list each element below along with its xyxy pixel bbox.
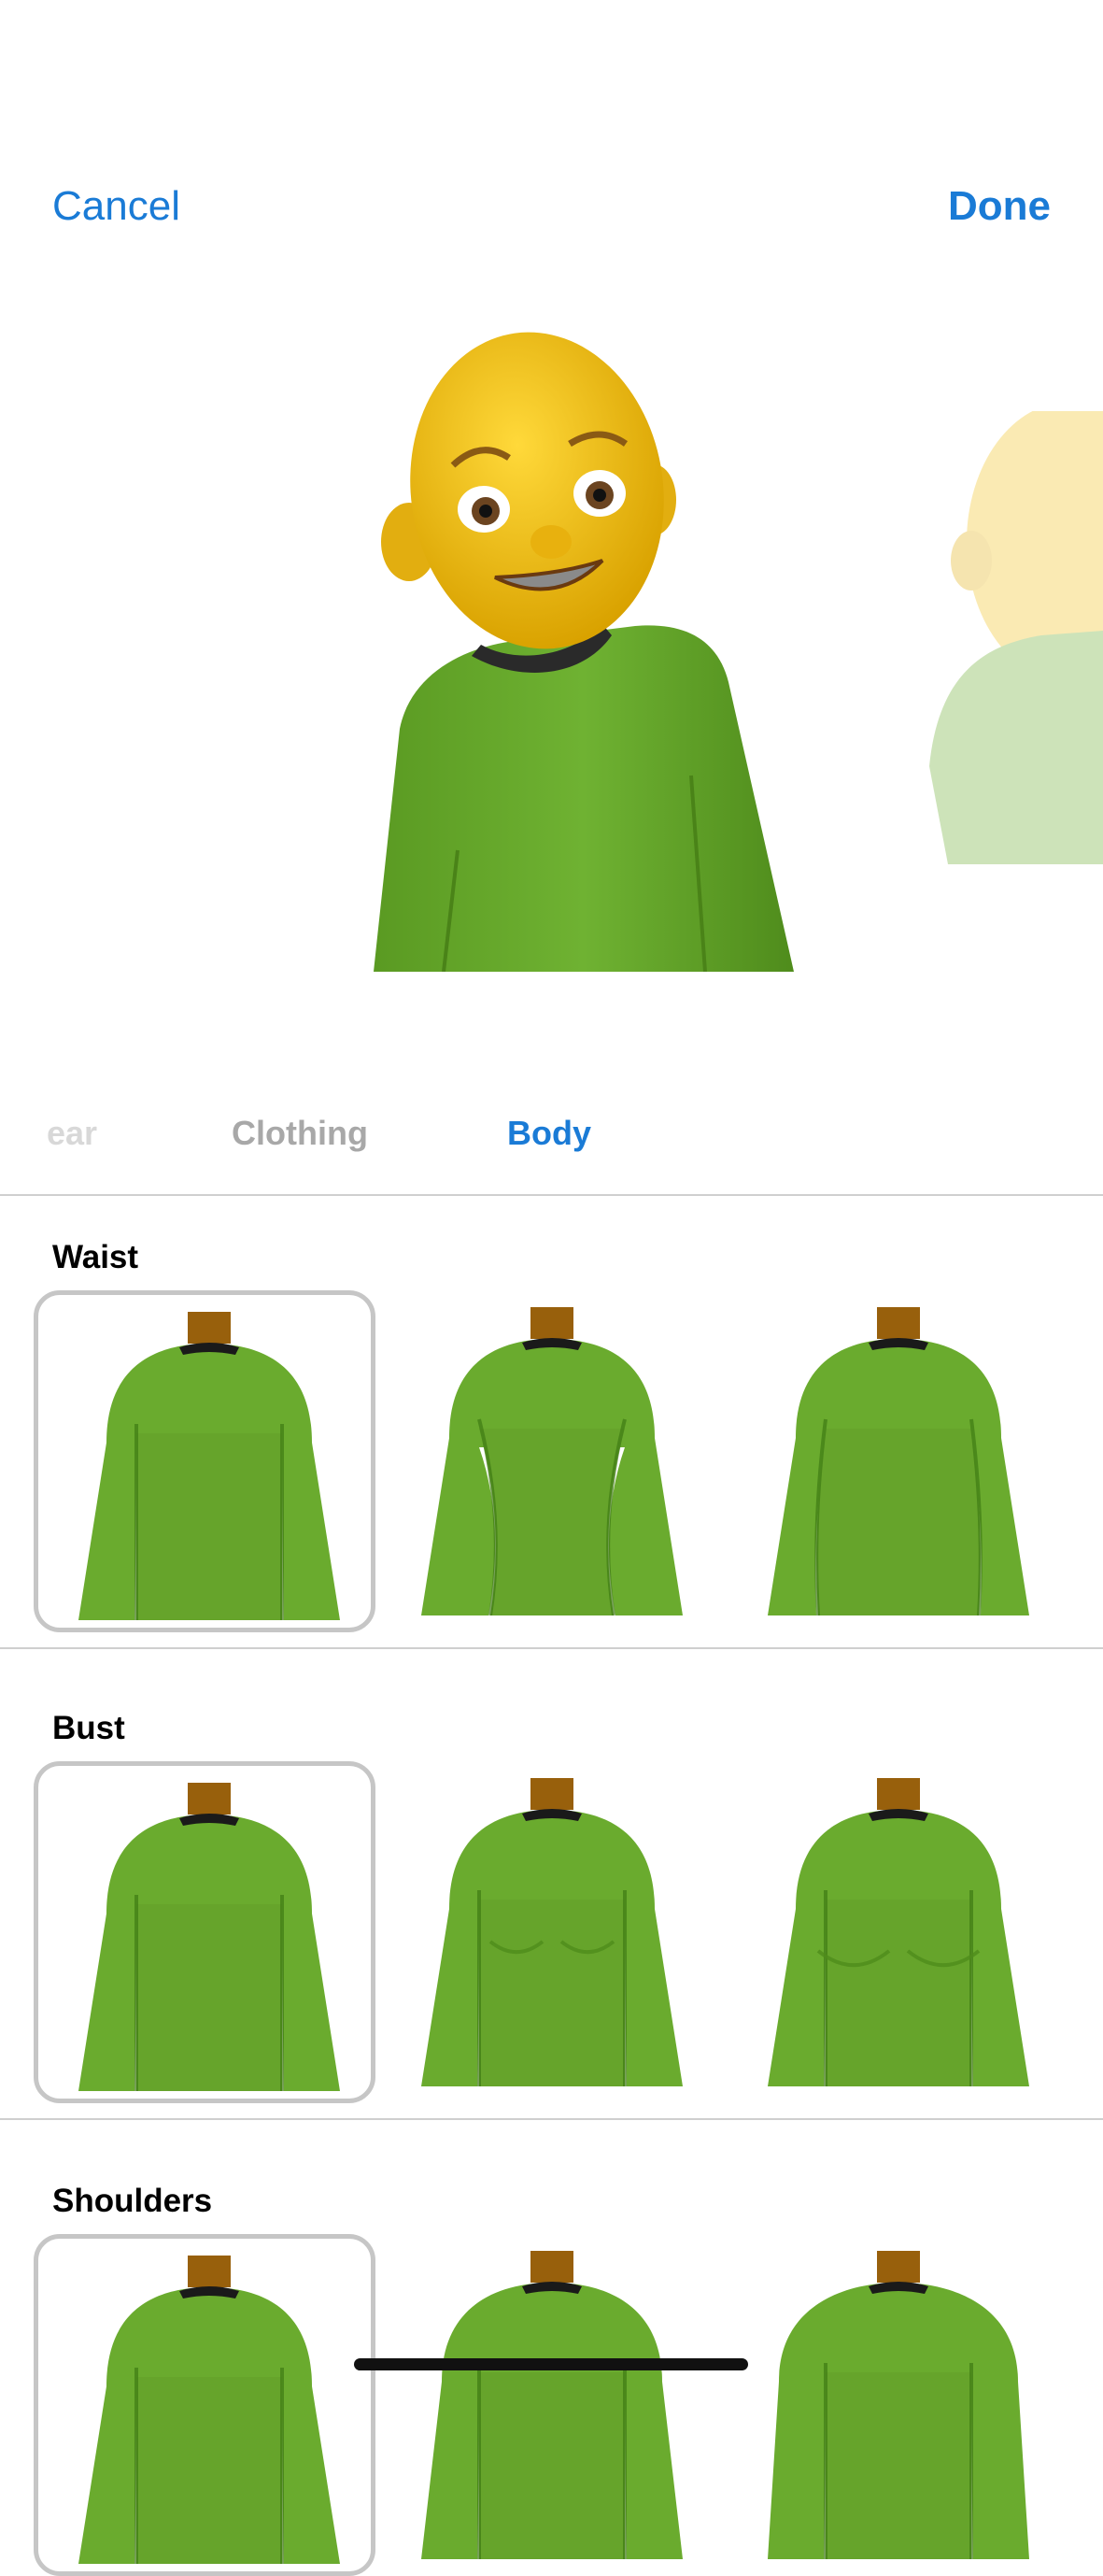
divider	[0, 1647, 1103, 1649]
shoulders-option-narrow[interactable]	[34, 2234, 375, 2576]
tab-headwear[interactable]: ear	[47, 1114, 97, 1153]
shirt-preview-icon	[768, 1778, 1029, 2086]
shirt-preview-icon	[78, 1783, 340, 2091]
waist-option-straight[interactable]	[34, 1290, 375, 1632]
cancel-button[interactable]: Cancel	[52, 183, 180, 230]
waist-option-wide[interactable]	[728, 1290, 1069, 1632]
bust-option-large[interactable]	[728, 1761, 1069, 2103]
home-indicator[interactable]	[354, 2358, 748, 2370]
waist-option-narrow[interactable]	[381, 1290, 723, 1632]
section-label-bust: Bust	[52, 1710, 125, 1746]
shirt-preview-icon	[421, 1307, 683, 1615]
section-label-waist: Waist	[52, 1239, 139, 1275]
tab-body[interactable]: Body	[507, 1114, 591, 1153]
memoji-avatar-next-preview	[929, 411, 1103, 864]
bust-option-flat[interactable]	[34, 1761, 375, 2103]
shirt-preview-icon	[421, 2251, 683, 2559]
section-label-shoulders: Shoulders	[52, 2183, 213, 2219]
shirt-preview-icon	[421, 1778, 683, 2086]
shoulders-option-broad[interactable]	[728, 2234, 1069, 2576]
shirt-preview-icon	[78, 2256, 340, 2564]
done-button[interactable]: Done	[948, 183, 1051, 230]
tab-clothing[interactable]: Clothing	[232, 1114, 368, 1153]
memoji-avatar-preview	[374, 332, 794, 972]
divider	[0, 2118, 1103, 2120]
divider	[0, 1194, 1103, 1196]
shirt-preview-icon	[78, 1312, 340, 1620]
shirt-preview-icon	[768, 1307, 1029, 1615]
shoulders-option-medium[interactable]	[381, 2234, 723, 2576]
shirt-preview-icon	[768, 2251, 1029, 2559]
bust-option-small[interactable]	[381, 1761, 723, 2103]
